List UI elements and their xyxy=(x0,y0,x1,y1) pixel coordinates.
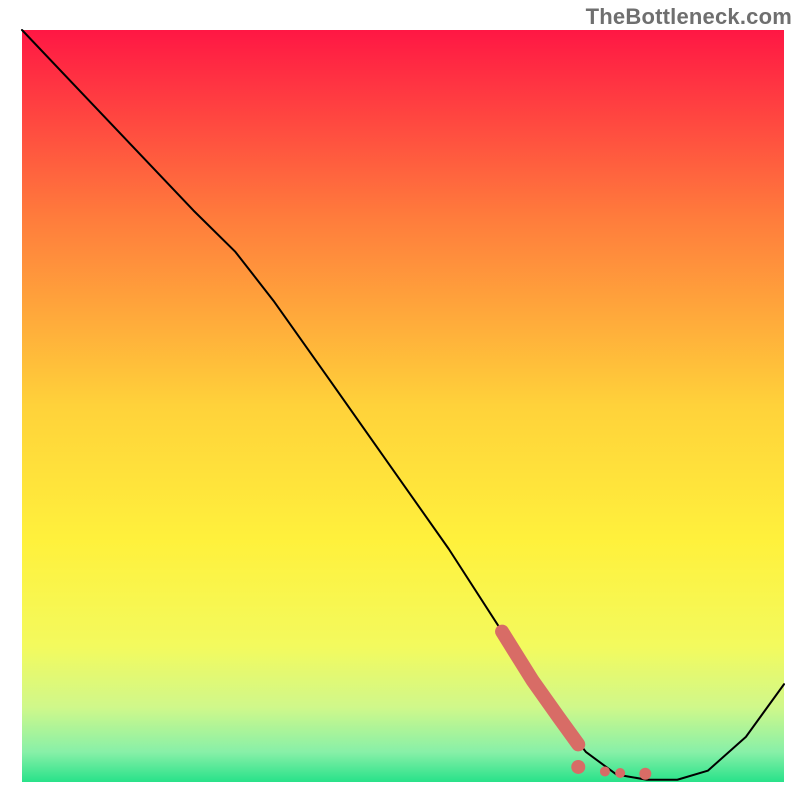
dot xyxy=(639,768,651,780)
dot xyxy=(615,768,625,778)
watermark-text: TheBottleneck.com xyxy=(586,4,792,30)
plot-background xyxy=(22,30,784,782)
dot xyxy=(600,766,610,776)
chart-stage: TheBottleneck.com xyxy=(0,0,800,800)
chart-canvas xyxy=(0,0,800,800)
highlight-tail-dot xyxy=(571,760,585,774)
